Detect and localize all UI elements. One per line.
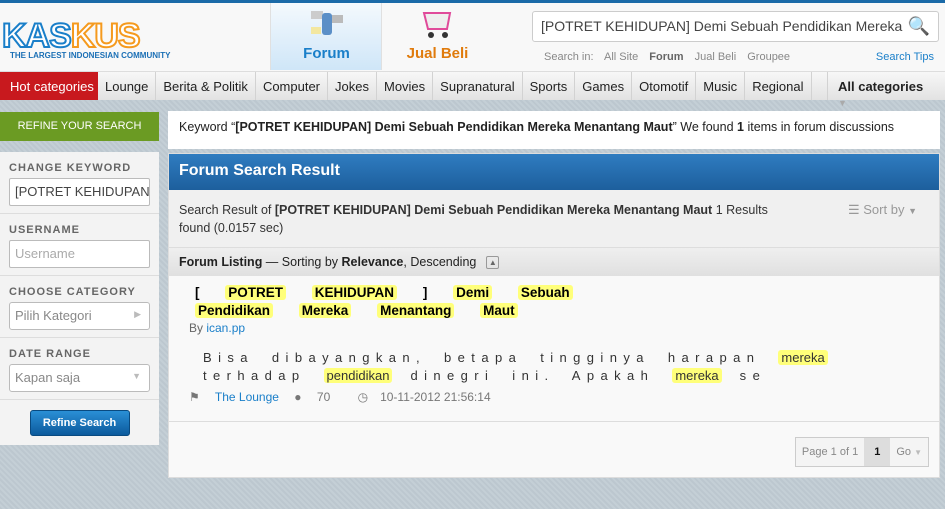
category-select[interactable]: Pilih Kategori ▶ <box>9 302 150 330</box>
scope-forum[interactable]: Forum <box>649 51 683 63</box>
result-snippet: Bisa dibayangkan, betapa tingginya harap… <box>189 349 909 385</box>
all-categories-dropdown[interactable]: All categories ▼ <box>827 72 945 108</box>
date-select[interactable]: Kapan saja ▼ <box>9 364 150 392</box>
chevron-down-icon: ▼ <box>132 371 141 381</box>
result-author: By ican.pp <box>189 321 246 335</box>
search-input[interactable]: [POTRET KEHIDUPAN] Demi Sebuah Pendidika… <box>532 11 939 42</box>
refine-search-button[interactable]: Refine Search <box>29 410 130 436</box>
nav-supranatural[interactable]: Supranatural <box>433 72 523 100</box>
tag-icon: ⚑ <box>189 390 200 404</box>
tab-jual-beli[interactable]: Jual Beli <box>381 3 493 70</box>
result-title-link[interactable]: [ POTRET KEHIDUPAN ] Demi Sebuah Pendidi… <box>189 284 629 320</box>
sort-by-dropdown[interactable]: ☰ Sort by ▼ <box>848 201 917 220</box>
logo-tagline: THE LARGEST INDONESIAN COMMUNITY <box>10 51 171 60</box>
pagination: Page 1 of 1 1 Go ▼ <box>794 437 929 467</box>
username-input[interactable]: Username <box>9 240 150 268</box>
reply-count: 70 <box>316 390 331 404</box>
page-1-button[interactable]: 1 <box>864 438 891 466</box>
category-label: CHOOSE CATEGORY <box>9 286 136 298</box>
refine-sidebar: CHANGE KEYWORD [POTRET KEHIDUPAN] Demi Se… <box>0 152 159 445</box>
scope-all-site[interactable]: All Site <box>604 51 638 63</box>
nav-lounge[interactable]: Lounge <box>98 72 157 100</box>
nav-otomotif[interactable]: Otomotif <box>632 72 697 100</box>
search-in-label: Search in: <box>544 51 594 63</box>
listing-bar: Forum Listing — Sorting by Relevance, De… <box>169 248 939 276</box>
search-tips-link[interactable]: Search Tips <box>876 51 934 63</box>
tab-forum[interactable]: Forum <box>270 3 382 70</box>
nav-computer[interactable]: Computer <box>256 72 329 100</box>
list-icon: ☰ <box>847 202 860 217</box>
nav-regional[interactable]: Regional <box>745 72 812 100</box>
tab-forum-label: Forum <box>303 45 350 62</box>
result-item: [ POTRET KEHIDUPAN ] Demi Sebuah Pendidi… <box>169 276 939 422</box>
refine-header: REFINE YOUR SEARCH <box>0 112 159 141</box>
post-date: 10-11-2012 21:56:14 <box>380 390 491 404</box>
nav-music[interactable]: Music <box>696 72 746 100</box>
category-link[interactable]: The Lounge <box>215 390 279 404</box>
comment-icon: ● <box>294 390 302 404</box>
kaskus-logo[interactable]: KASKUS THE LARGEST INDONESIAN COMMUNITY <box>1 17 171 60</box>
page-label: Page 1 of 1 <box>801 446 859 458</box>
nav-berita-politik[interactable]: Berita & Politik <box>156 72 256 100</box>
date-label: DATE RANGE <box>9 348 91 360</box>
author-link[interactable]: ican.pp <box>206 321 245 335</box>
nav-movies[interactable]: Movies <box>377 72 434 100</box>
keyword-input[interactable]: [POTRET KEHIDUPAN] Demi Sebuah Pendidika… <box>9 178 150 206</box>
search-icon[interactable]: 🔍 <box>908 16 930 37</box>
cart-icon <box>422 12 452 38</box>
search-scope: Search in: All Site Forum Jual Beli Grou… <box>544 51 798 63</box>
keyword-summary: Keyword “[POTRET KEHIDUPAN] Demi Sebuah … <box>168 111 940 149</box>
nav-games[interactable]: Games <box>575 72 633 100</box>
scope-jual-beli[interactable]: Jual Beli <box>695 51 737 63</box>
scope-groupee[interactable]: Groupee <box>747 51 790 63</box>
hot-categories[interactable]: Hot categories <box>0 72 98 100</box>
nav-jokes[interactable]: Jokes <box>328 72 377 100</box>
results-title: Forum Search Result <box>169 154 939 190</box>
go-dropdown[interactable]: Go ▼ <box>890 438 928 466</box>
keyword-label: CHANGE KEYWORD <box>9 162 132 174</box>
category-nav: Hot categories Lounge Berita & Politik C… <box>0 71 945 108</box>
clock-icon: ◷ <box>357 390 369 404</box>
logo-text-a: KAS <box>1 17 73 55</box>
tab-jual-beli-label: Jual Beli <box>406 45 469 62</box>
nav-sports[interactable]: Sports <box>523 72 576 100</box>
chevron-down-icon: ▼ <box>838 98 847 108</box>
collapse-icon[interactable]: ▲ <box>486 256 500 270</box>
forum-icon <box>311 11 343 35</box>
username-label: USERNAME <box>9 224 80 236</box>
logo-text-b: KUS <box>70 17 142 55</box>
chevron-right-icon: ▶ <box>134 309 141 319</box>
results-summary: Search Result of [POTRET KEHIDUPAN] Demi… <box>169 190 939 248</box>
result-meta: ⚑ The Lounge ● 70 ◷ 10-11-2012 21:56:14 <box>189 390 919 404</box>
results-panel: Forum Search Result Search Result of [PO… <box>168 153 940 478</box>
